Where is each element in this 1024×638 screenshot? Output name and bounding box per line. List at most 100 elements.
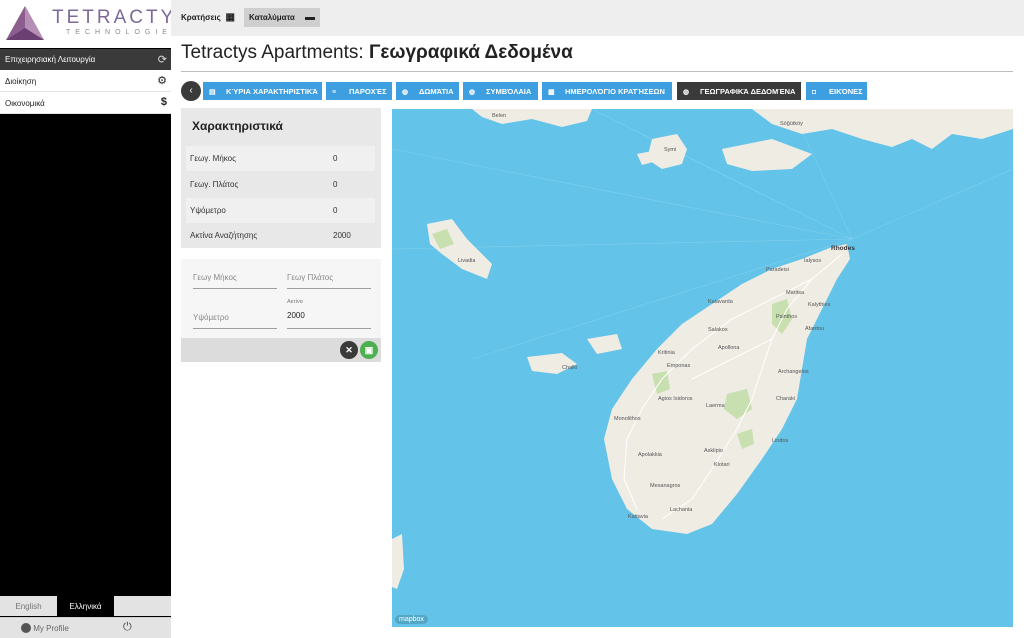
language-english[interactable]: English bbox=[0, 596, 57, 616]
map-canvas[interactable]: Belen Söğütköy Symi Rhodes Ialysos Parad… bbox=[392, 109, 1013, 627]
geo-form: Γεωγ Μήκος Γεωγ Πλάτος Υψόμετρο Ακτίνα 2… bbox=[181, 259, 381, 362]
svg-text:Paradeisi: Paradeisi bbox=[766, 267, 789, 273]
profile-bar: My Profile ⏻ bbox=[0, 617, 171, 638]
svg-text:Chalki: Chalki bbox=[562, 365, 577, 371]
back-button[interactable]: ‹ bbox=[181, 81, 201, 101]
characteristic-label: Ακτίνα Αναζήτησης bbox=[190, 231, 258, 240]
svg-text:Asklipio: Asklipio bbox=[704, 448, 723, 454]
svg-text:Charaki: Charaki bbox=[776, 396, 795, 402]
radius-field[interactable]: Ακτίνα 2000 bbox=[287, 299, 371, 329]
svg-text:Symi: Symi bbox=[664, 147, 676, 153]
tab-label: ΓΕΩΓΡΑΦΙΚΆ ΔΕΔΟΜΈΝΑ bbox=[700, 87, 796, 96]
tab-booking-calendar[interactable]: ▦ ΗΜΕΡΟΛΌΓΙΟ ΚΡΑΤΉΣΕΩΝ bbox=[542, 82, 672, 100]
longitude-field[interactable]: Γεωγ Μήκος bbox=[193, 259, 277, 289]
sidebar-item-label: Διοίκηση bbox=[5, 77, 37, 86]
logo[interactable]: TETRACTYS TECHNOLOGIES bbox=[0, 0, 189, 48]
svg-text:Maritsa: Maritsa bbox=[786, 290, 805, 296]
longitude-placeholder: Γεωγ Μήκος bbox=[193, 273, 237, 282]
my-profile-label: My Profile bbox=[33, 624, 69, 633]
svg-text:Laerma: Laerma bbox=[706, 403, 726, 409]
my-profile-link[interactable]: My Profile bbox=[21, 623, 69, 633]
sidebar-item-administration[interactable]: Διοίκηση ⚙ bbox=[0, 70, 171, 92]
list-icon: ≡ bbox=[332, 89, 337, 96]
bed-icon: ▬ bbox=[305, 12, 315, 23]
svg-text:Apollona: Apollona bbox=[718, 345, 740, 351]
tab-images[interactable]: ◘ ΕΙΚΌΝΕΣ bbox=[806, 82, 867, 100]
tab-amenities[interactable]: ≡ ΠΑΡΟΧΈΣ bbox=[326, 82, 392, 100]
characteristic-label: Υψόμετρο bbox=[190, 206, 226, 215]
page-title-prefix: Tetractys Apartments: bbox=[181, 42, 364, 63]
svg-text:Psinthos: Psinthos bbox=[776, 314, 797, 320]
dollar-icon: $ bbox=[160, 96, 167, 108]
page-title-main: Γεωγραφικά Δεδομένα bbox=[368, 42, 573, 63]
camera-icon: ◘ bbox=[812, 89, 817, 96]
tab-main-characteristics[interactable]: ▤ ΚΎΡΙΑ ΧΑΡΑΚΤΗΡΙΣΤΙΚΆ bbox=[203, 82, 322, 100]
map-view[interactable]: Belen Söğütköy Symi Rhodes Ialysos Parad… bbox=[392, 109, 1013, 627]
characteristic-label: Γεωγ. Πλάτος bbox=[190, 180, 239, 189]
characteristic-row: Υψόμετρο 0 bbox=[186, 198, 375, 223]
svg-text:Söğütköy: Söğütköy bbox=[780, 121, 803, 127]
svg-text:Kalavarda: Kalavarda bbox=[708, 299, 734, 305]
svg-text:Agios Isidoros: Agios Isidoros bbox=[658, 396, 693, 402]
tab-label: ΚΎΡΙΑ ΧΑΡΑΚΤΗΡΙΣΤΙΚΆ bbox=[226, 87, 318, 96]
language-greek[interactable]: Ελληνικά bbox=[57, 596, 114, 616]
calendar-icon: ▦ bbox=[548, 89, 555, 96]
globe-icon: ◍ bbox=[469, 89, 476, 96]
latitude-field[interactable]: Γεωγ Πλάτος bbox=[287, 259, 371, 289]
power-icon[interactable]: ⏻ bbox=[123, 621, 132, 634]
altitude-field[interactable]: Υψόμετρο bbox=[193, 299, 277, 329]
sidebar-item-label: Οικονομικά bbox=[5, 99, 45, 108]
tab-contracts[interactable]: ◍ ΣΥΜΒΌΛΑΙΑ bbox=[463, 82, 538, 100]
svg-text:Kritinia: Kritinia bbox=[658, 350, 676, 356]
svg-text:Lindos: Lindos bbox=[772, 438, 788, 444]
accommodations-button[interactable]: Καταλύματα ▬ bbox=[244, 8, 320, 27]
svg-text:Salakos: Salakos bbox=[708, 327, 728, 333]
bookings-label: Κρατήσεις bbox=[181, 13, 221, 22]
tab-label: ΣΥΜΒΌΛΑΙΑ bbox=[486, 87, 532, 96]
cancel-button[interactable]: ✕ bbox=[340, 341, 358, 359]
characteristics-title: Χαρακτηριστικά bbox=[192, 119, 283, 133]
sidebar: TETRACTYS TECHNOLOGIES Επιχειρησιακή Λει… bbox=[0, 0, 189, 638]
brand-subtitle: TECHNOLOGIES bbox=[66, 29, 182, 36]
tab-geographic-data[interactable]: ◍ ΓΕΩΓΡΑΦΙΚΆ ΔΕΔΟΜΈΝΑ bbox=[677, 82, 801, 100]
tab-label: ΗΜΕΡΟΛΌΓΙΟ ΚΡΑΤΉΣΕΩΝ bbox=[565, 87, 665, 96]
radius-value: 2000 bbox=[287, 311, 305, 320]
characteristics-panel: Χαρακτηριστικά Γεωγ. Μήκος 0 Γεωγ. Πλάτο… bbox=[181, 108, 381, 248]
chevron-left-icon: ‹ bbox=[189, 85, 193, 96]
sidebar-section-header[interactable]: Επιχειρησιακή Λειτουργία ⟳ bbox=[0, 49, 171, 70]
characteristic-label: Γεωγ. Μήκος bbox=[190, 154, 236, 163]
language-switcher: English Ελληνικά bbox=[0, 596, 171, 616]
svg-text:Rhodes: Rhodes bbox=[831, 245, 855, 252]
calendar-icon: ▦ bbox=[225, 12, 235, 23]
svg-text:Livadia: Livadia bbox=[458, 258, 476, 264]
characteristic-row: Γεωγ. Μήκος 0 bbox=[186, 146, 375, 171]
save-button[interactable]: ▣ bbox=[360, 341, 378, 359]
top-bar: Κρατήσεις ▦ Καταλύματα ▬ bbox=[171, 0, 1024, 36]
characteristic-value: 0 bbox=[333, 206, 338, 215]
tetractys-logo-icon bbox=[6, 6, 44, 40]
svg-text:Apolakkia: Apolakkia bbox=[638, 452, 663, 458]
account-circle-icon bbox=[21, 623, 31, 633]
close-icon: ✕ bbox=[345, 345, 353, 355]
svg-text:Belen: Belen bbox=[492, 113, 506, 119]
sidebar-section-label: Επιχειρησιακή Λειτουργία bbox=[5, 55, 96, 64]
characteristic-value: 0 bbox=[333, 180, 338, 189]
document-icon: ▤ bbox=[209, 89, 216, 96]
globe-icon: ◍ bbox=[683, 89, 690, 96]
characteristic-row: Γεωγ. Πλάτος 0 bbox=[186, 172, 375, 197]
globe-icon: ◍ bbox=[402, 89, 409, 96]
svg-text:Monolithos: Monolithos bbox=[614, 416, 641, 422]
characteristic-value: 2000 bbox=[333, 231, 351, 240]
svg-text:Mesanagros: Mesanagros bbox=[650, 483, 681, 489]
refresh-icon[interactable]: ⟳ bbox=[158, 53, 167, 66]
mapbox-logo[interactable]: mapbox bbox=[395, 615, 428, 624]
svg-text:Kalythies: Kalythies bbox=[808, 302, 831, 308]
radius-label: Ακτίνα bbox=[287, 299, 303, 305]
accommodations-label: Καταλύματα bbox=[249, 13, 295, 22]
sidebar-item-finance[interactable]: Οικονομικά $ bbox=[0, 92, 171, 114]
bookings-button[interactable]: Κρατήσεις ▦ bbox=[176, 8, 240, 27]
tab-rooms[interactable]: ◍ ΔΩΜΆΤΙΑ bbox=[396, 82, 459, 100]
tab-label: ΔΩΜΆΤΙΑ bbox=[419, 87, 454, 96]
svg-text:Ialysos: Ialysos bbox=[804, 258, 821, 264]
characteristic-value: 0 bbox=[333, 154, 338, 163]
